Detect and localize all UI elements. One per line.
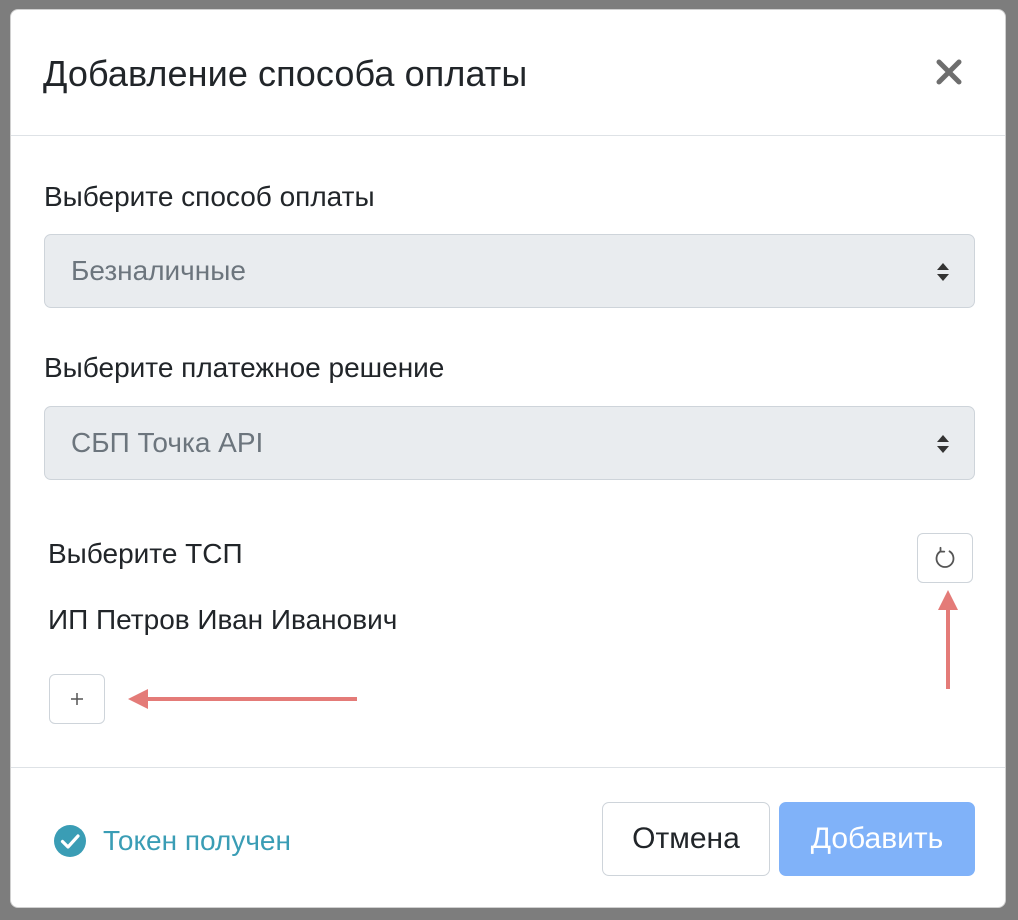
add-tsp-button[interactable]	[49, 674, 105, 724]
cancel-button[interactable]: Отмена	[602, 802, 770, 876]
dialog-title: Добавление способа оплаты	[43, 53, 528, 94]
refresh-tsp-button[interactable]	[917, 533, 973, 583]
sort-arrows-icon	[937, 435, 949, 453]
plus-icon	[71, 693, 83, 705]
annotation-arrow-up	[938, 590, 958, 689]
close-icon	[936, 59, 962, 85]
add-payment-method-dialog: Добавление способа оплаты Выберите спосо…	[10, 9, 1006, 908]
token-status-text: Токен получен	[103, 825, 291, 856]
payment-method-select[interactable]: Безналичные	[44, 234, 975, 308]
dialog-header: Добавление способа оплаты	[11, 10, 1005, 136]
payment-method-selected-value: Безналичные	[71, 255, 246, 286]
payment-method-label: Выберите способ оплаты	[44, 181, 375, 212]
add-button[interactable]: Добавить	[779, 802, 975, 876]
refresh-icon	[935, 546, 955, 568]
payment-solution-label: Выберите платежное решение	[44, 352, 445, 383]
tsp-selected-value[interactable]: ИП Петров Иван Иванович	[48, 604, 397, 636]
check-circle-icon	[54, 825, 86, 857]
annotation-arrow-left	[128, 689, 357, 709]
payment-solution-select[interactable]: СБП Точка API	[44, 406, 975, 480]
token-status: Токен получен	[53, 824, 291, 858]
tsp-label: Выберите ТСП	[48, 538, 243, 569]
payment-solution-selected-value: СБП Точка API	[71, 427, 264, 458]
dialog-footer: Токен получен Отмена Добавить	[11, 767, 1005, 907]
close-button[interactable]	[936, 54, 980, 90]
sort-arrows-icon	[937, 263, 949, 281]
